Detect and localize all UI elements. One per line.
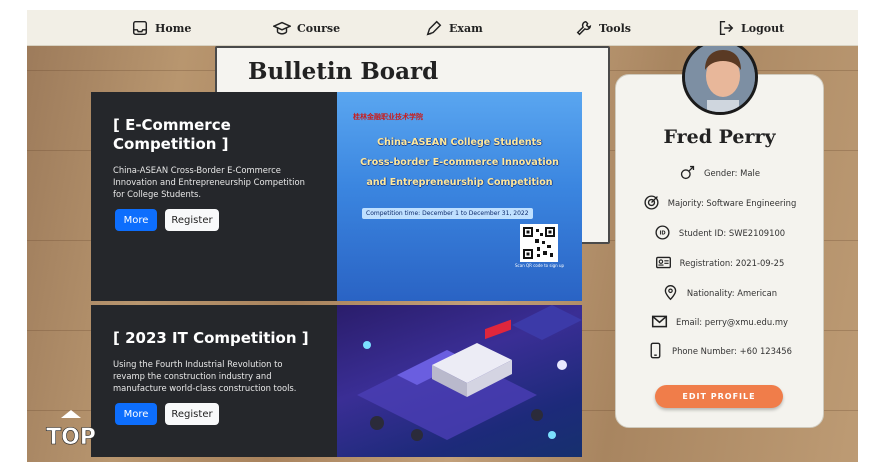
card-title: [ E-Commerce Competition ] xyxy=(113,116,231,153)
profile-email: Email: perry@xmu.edu.my xyxy=(676,316,788,327)
logout-icon xyxy=(719,20,734,36)
nav-home[interactable]: Home xyxy=(131,10,191,46)
profile-registration: Registration: 2021-09-25 xyxy=(679,257,785,268)
profile-registration-row: Registration: 2021-09-25 xyxy=(615,254,824,271)
register-button[interactable]: Register xyxy=(165,209,219,231)
avatar xyxy=(682,39,758,115)
back-to-top-label: TOP xyxy=(46,425,96,448)
poster-heading-line3: and Entrepreneurship Competition xyxy=(366,177,553,188)
phone-icon xyxy=(650,342,661,359)
target-icon xyxy=(644,195,659,210)
id-badge-icon: ID xyxy=(655,225,670,240)
top-navbar: Home Course Exam Tools Logout xyxy=(27,10,858,46)
card-buttons: More Register xyxy=(115,403,219,425)
nav-exam-label: Exam xyxy=(449,21,483,35)
profile-majority: Majority: Software Engineering xyxy=(667,197,797,208)
qr-code-icon xyxy=(520,224,558,262)
back-to-top-icon[interactable]: TOP xyxy=(38,408,104,448)
card-text-area: [ 2023 IT Competition ] Using the Fourth… xyxy=(91,305,337,457)
profile-phone: Phone Number: +60 123456 xyxy=(672,345,792,356)
isometric-factory-illustration xyxy=(357,305,582,441)
svg-text:ID: ID xyxy=(659,231,665,237)
profile-gender: Gender: Male xyxy=(703,167,761,178)
edit-profile-button[interactable]: EDIT PROFILE xyxy=(655,385,783,408)
ecommerce-poster-image: 桂林金融职业技术学院 China-ASEAN College Students … xyxy=(337,92,582,301)
envelope-icon xyxy=(651,315,668,328)
graduation-cap-icon xyxy=(273,21,291,35)
register-button[interactable]: Register xyxy=(165,403,219,425)
more-button[interactable]: More xyxy=(115,403,157,425)
nav-logout-label: Logout xyxy=(741,21,785,35)
card-description: Using the Fourth Industrial Revolution t… xyxy=(113,359,297,393)
card-text-area: [ E-Commerce Competition ] China-ASEAN C… xyxy=(91,92,337,301)
wrench-icon xyxy=(576,20,592,36)
location-pin-icon xyxy=(664,285,677,301)
competition-card-it: [ 2023 IT Competition ] Using the Fourth… xyxy=(91,305,582,457)
profile-majority-row: Majority: Software Engineering xyxy=(615,194,824,211)
nav-logout[interactable]: Logout xyxy=(717,10,784,46)
profile-gender-row: Gender: Male xyxy=(615,164,824,181)
nav-course-label: Course xyxy=(297,21,341,35)
nav-tools-label: Tools xyxy=(599,21,631,35)
profile-student-id-row: ID Student ID: SWE2109100 xyxy=(615,224,824,241)
nav-home-label: Home xyxy=(155,21,192,35)
male-symbol-icon xyxy=(680,165,695,180)
bulletin-board-title: Bulletin Board xyxy=(248,58,439,85)
card-description: China-ASEAN Cross-Border E-Commerce Inno… xyxy=(113,165,305,199)
home-icon xyxy=(132,20,148,36)
competition-card-ecommerce: [ E-Commerce Competition ] China-ASEAN C… xyxy=(91,92,582,301)
qr-caption: Scan QR code to sign up xyxy=(515,263,565,268)
more-button[interactable]: More xyxy=(115,209,157,231)
profile-phone-row: Phone Number: +60 123456 xyxy=(615,342,824,359)
profile-name: Fred Perry xyxy=(663,126,776,148)
profile-email-row: Email: perry@xmu.edu.my xyxy=(615,313,824,330)
card-buttons: More Register xyxy=(115,209,219,231)
nav-exam[interactable]: Exam xyxy=(425,10,483,46)
profile-nationality: Nationality: American xyxy=(686,287,778,298)
it-competition-image xyxy=(337,305,582,457)
nav-course[interactable]: Course xyxy=(273,10,340,46)
profile-nationality-row: Nationality: American xyxy=(615,284,824,301)
poster-time-text: Competition time: December 1 to December… xyxy=(362,208,533,219)
profile-student-id: Student ID: SWE2109100 xyxy=(678,227,786,238)
poster-heading-line2: Cross-border E-commerce Innovation xyxy=(360,157,559,168)
pen-icon xyxy=(426,20,442,36)
card-title: [ 2023 IT Competition ] xyxy=(113,329,309,347)
nav-tools[interactable]: Tools xyxy=(575,10,631,46)
id-card-icon xyxy=(655,256,671,269)
poster-logo-text: 桂林金融职业技术学院 xyxy=(353,113,423,121)
poster-heading-line1: China-ASEAN College Students xyxy=(377,137,542,148)
